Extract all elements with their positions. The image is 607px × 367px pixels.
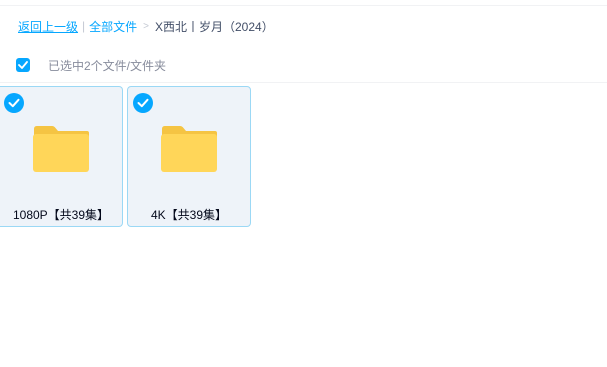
- folder-icon: [161, 126, 217, 172]
- folder-icon: [33, 126, 89, 172]
- back-link[interactable]: 返回上一级: [18, 18, 78, 35]
- top-divider: [0, 5, 607, 6]
- selection-count-text: 已选中2个文件/文件夹: [48, 58, 167, 73]
- checkmark-icon: [18, 61, 28, 69]
- current-folder-label: X西北丨岁月（2024）: [155, 19, 274, 34]
- all-files-link[interactable]: 全部文件: [89, 18, 137, 35]
- file-name[interactable]: 1080P【共39集】: [0, 206, 122, 223]
- checkmark-icon: [137, 98, 149, 108]
- breadcrumb-arrow-icon: >: [143, 20, 149, 32]
- selected-check-icon[interactable]: [4, 93, 24, 113]
- checkmark-icon: [8, 98, 20, 108]
- selected-check-icon[interactable]: [133, 93, 153, 113]
- file-card-4k[interactable]: 4K【共39集】: [127, 86, 251, 227]
- file-name[interactable]: 4K【共39集】: [128, 206, 250, 223]
- breadcrumb: 返回上一级 | 全部文件 > X西北丨岁月（2024）: [18, 17, 274, 35]
- select-all-checkbox[interactable]: [16, 58, 30, 72]
- selection-bar: 已选中2个文件/文件夹: [16, 57, 166, 73]
- breadcrumb-separator: |: [82, 19, 86, 33]
- toolbar-divider: [0, 82, 607, 83]
- file-card-1080p[interactable]: 1080P【共39集】: [0, 86, 123, 227]
